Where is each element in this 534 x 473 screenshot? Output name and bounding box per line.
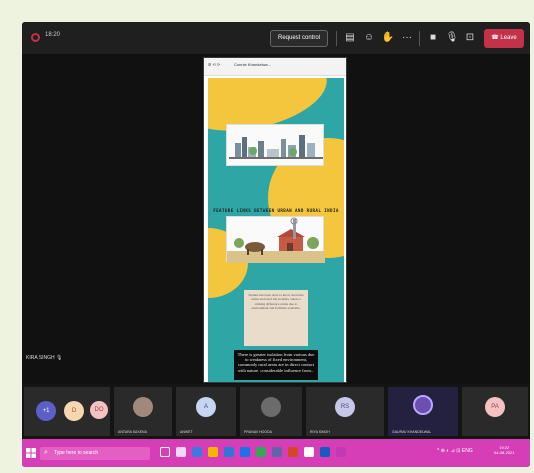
powerpoint-icon[interactable] <box>288 447 298 457</box>
participant-name: RIYA SINGH <box>310 430 330 434</box>
participant-strip: +1 D DO ANTARA SAXENA A ANIKET PRANAV HO… <box>22 384 530 439</box>
hand-icon[interactable]: ✋ <box>381 31 395 45</box>
participant-tile[interactable]: PA <box>462 387 528 436</box>
mic-icon: 🎙 <box>56 355 63 361</box>
taskbar-clock[interactable]: 19:22 04-08-2021 <box>494 445 514 455</box>
store-icon[interactable] <box>224 447 234 457</box>
windows-taskbar: ⌕ Type here to search ^ ⊕ ◐ ⊿ ⊡ ENG 19:2… <box>22 439 530 467</box>
app-icon[interactable] <box>304 447 314 457</box>
teams-icon[interactable] <box>272 447 282 457</box>
ppt-toolbar: ⊞ ⟲ ⟳ Connie Khandelwa... <box>204 58 346 76</box>
start-icon[interactable] <box>26 448 36 458</box>
chrome-icon[interactable] <box>256 447 266 457</box>
presentation-slide: · FEATURE LINKS BETWEEN URBAN AND RURAL … <box>208 78 344 382</box>
participant-tile[interactable]: GAURAV KHANDELWAL <box>388 387 458 436</box>
ppt-quick-icons: ⊞ ⟲ ⟳ <box>208 62 221 67</box>
participant-avatar: RS <box>335 397 355 417</box>
speaker-name: KIRA SINGH <box>26 355 55 361</box>
system-tray[interactable]: ^ ⊕ ◐ ⊿ ⊡ ENG <box>437 448 473 454</box>
reaction-icon[interactable]: ☺ <box>362 31 376 45</box>
app-icon[interactable] <box>336 447 346 457</box>
participant-tile[interactable]: PRANAV HOODA <box>240 387 302 436</box>
mic-icon[interactable]: 🎙 <box>445 31 459 45</box>
cortana-icon[interactable] <box>160 447 170 457</box>
slide-heading: FEATURE LINKS BETWEEN URBAN AND RURAL IN… <box>213 208 339 213</box>
leave-label: Leave <box>500 35 517 41</box>
participant-avatar: PA <box>485 397 505 417</box>
ppt-doc-title: Connie Khandelwa... <box>234 62 271 67</box>
slide-caption: · <box>275 268 277 271</box>
teams-window: 18:20 Request control ▤ ☺ ✋ ··· ■ 🎙 ⊡ ☎ … <box>22 22 530 467</box>
participant-avatar: A <box>196 397 216 417</box>
search-placeholder: Type here to search <box>54 450 99 456</box>
participant-name: PRANAV HOODA <box>244 430 272 434</box>
participant-avatar <box>261 397 281 417</box>
participant-avatar: D <box>64 401 84 421</box>
shared-screen: ⊞ ⟲ ⟳ Connie Khandelwa... · FEATURE LINK… <box>203 57 347 383</box>
leave-button[interactable]: ☎ Leave <box>484 29 524 48</box>
participant-tile-group[interactable]: +1 D DO <box>24 387 110 436</box>
rural-village-image <box>226 216 325 263</box>
task-view-icon[interactable] <box>176 447 186 457</box>
mail-icon[interactable] <box>240 447 250 457</box>
participant-name: ANIKET <box>180 430 193 434</box>
participant-name: GAURAV KHANDELWAL <box>392 430 432 434</box>
participant-avatar: DO <box>90 401 108 419</box>
meeting-toolbar: 18:20 Request control ▤ ☺ ✋ ··· ■ 🎙 ⊡ ☎ … <box>22 22 530 54</box>
urban-city-image <box>226 124 324 166</box>
more-options-icon[interactable]: ··· <box>400 31 414 45</box>
share-icon[interactable]: ⊡ <box>463 31 477 45</box>
slide-caption: · <box>275 170 277 173</box>
toolbar-divider <box>419 31 420 46</box>
active-speaker-label: KIRA SINGH 🎙 <box>26 355 62 361</box>
word-icon[interactable] <box>320 447 330 457</box>
chat-icon[interactable]: ▤ <box>343 31 357 45</box>
participant-avatar: +1 <box>36 401 56 421</box>
participant-name: ANTARA SAXENA <box>118 430 147 434</box>
edge-icon[interactable] <box>192 447 202 457</box>
taskbar-search[interactable]: ⌕ Type here to search <box>40 447 150 460</box>
participant-avatar <box>133 397 153 417</box>
participant-tile[interactable]: RS RIYA SINGH <box>306 387 384 436</box>
request-control-button[interactable]: Request control <box>270 30 328 47</box>
file-explorer-icon[interactable] <box>208 447 218 457</box>
search-icon: ⌕ <box>44 449 48 456</box>
participant-avatar <box>413 395 433 415</box>
participant-tile[interactable]: ANTARA SAXENA <box>114 387 172 436</box>
toolbar-divider <box>336 31 337 46</box>
meeting-timer: 18:20 <box>45 32 61 38</box>
record-icon <box>31 33 40 42</box>
clock-date: 04-08-2021 <box>494 450 515 455</box>
slide-text-card: Studies has been done to know about the … <box>244 290 308 346</box>
slide-quote-card: There is greater isolation from various … <box>234 350 318 380</box>
camera-icon[interactable]: ■ <box>426 31 440 45</box>
participant-tile[interactable]: A ANIKET <box>176 387 236 436</box>
